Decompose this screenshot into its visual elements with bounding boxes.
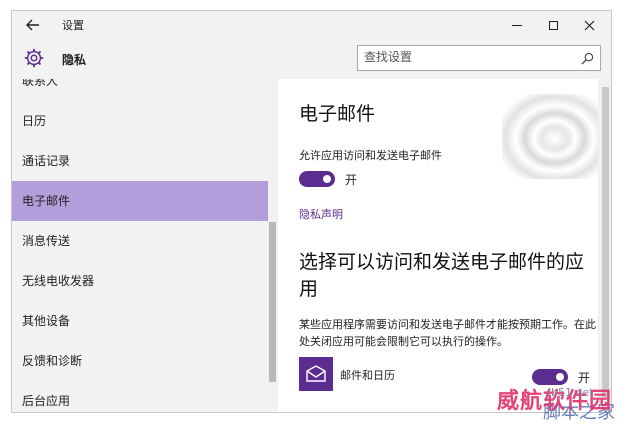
decorative-swirl	[502, 94, 598, 179]
gear-icon	[24, 48, 44, 68]
privacy-statement-link[interactable]: 隐私声明	[299, 206, 343, 222]
sidebar-scrollbar[interactable]	[269, 222, 276, 382]
search-input[interactable]	[364, 50, 564, 64]
sidebar-item-background-apps[interactable]: 后台应用	[12, 381, 268, 412]
sidebar-item-calendar[interactable]: 日历	[12, 101, 268, 141]
allow-email-label: 允许应用访问和发送电子邮件	[299, 149, 442, 162]
content-scrollbar-thumb[interactable]	[602, 87, 609, 397]
content-scrollbar[interactable]	[598, 79, 611, 412]
close-button[interactable]	[571, 11, 607, 39]
email-access-toggle[interactable]	[299, 171, 335, 187]
maximize-icon	[548, 20, 558, 30]
sidebar-item-other-devices[interactable]: 其他设备	[12, 301, 268, 341]
mail-calendar-app-tile	[299, 357, 333, 391]
minimize-icon	[512, 24, 522, 26]
content-pane: 电子邮件 允许应用访问和发送电子邮件 开 隐私声明 选择可以访问和发送电子邮件的…	[278, 79, 611, 412]
search-box[interactable]	[357, 45, 601, 71]
maximize-button[interactable]	[535, 11, 571, 39]
minimize-button[interactable]	[499, 11, 535, 39]
sidebar-item-radios[interactable]: 无线电收发器	[12, 261, 268, 301]
watermark-site: jb51.net	[548, 386, 594, 399]
app-name-mail-calendar: 邮件和日历	[340, 369, 395, 382]
section-title: 电子邮件	[299, 103, 376, 125]
choose-apps-title: 选择可以访问和发送电子邮件的应用	[299, 251, 585, 300]
search-icon[interactable]	[581, 52, 594, 65]
toggle-state-label: 开	[345, 173, 358, 187]
back-button[interactable]	[20, 13, 46, 37]
sidebar-item-email[interactable]: 电子邮件	[12, 181, 268, 221]
title-bar: 设置	[12, 11, 611, 39]
sidebar-item-contacts[interactable]: 联系人	[12, 79, 268, 101]
sidebar-item-feedback[interactable]: 反馈和诊断	[12, 341, 268, 381]
sidebar-item-messaging[interactable]: 消息传送	[12, 221, 268, 261]
close-icon	[584, 20, 594, 30]
window-title: 设置	[62, 19, 84, 32]
page-header: 隐私	[12, 39, 611, 79]
toggle-knob	[323, 175, 331, 183]
page-title: 隐私	[62, 53, 87, 67]
mail-icon	[306, 365, 326, 382]
toggle-knob	[556, 373, 564, 381]
apps-description: 某些应用程序需要访问和发送电子邮件才能按预期工作。在此处关闭应用可能会限制它可以…	[299, 318, 596, 348]
sidebar-item-call-history[interactable]: 通话记录	[12, 141, 268, 181]
sidebar: 联系人 日历 通话记录 电子邮件 消息传送 无线电收发器 其他设备 反馈和诊断 …	[12, 79, 278, 412]
settings-window: 设置 隐私 联系人 日历 通话记录 电子邮件 消息传送 无线电收发器	[11, 10, 612, 413]
back-arrow-icon	[26, 19, 39, 31]
